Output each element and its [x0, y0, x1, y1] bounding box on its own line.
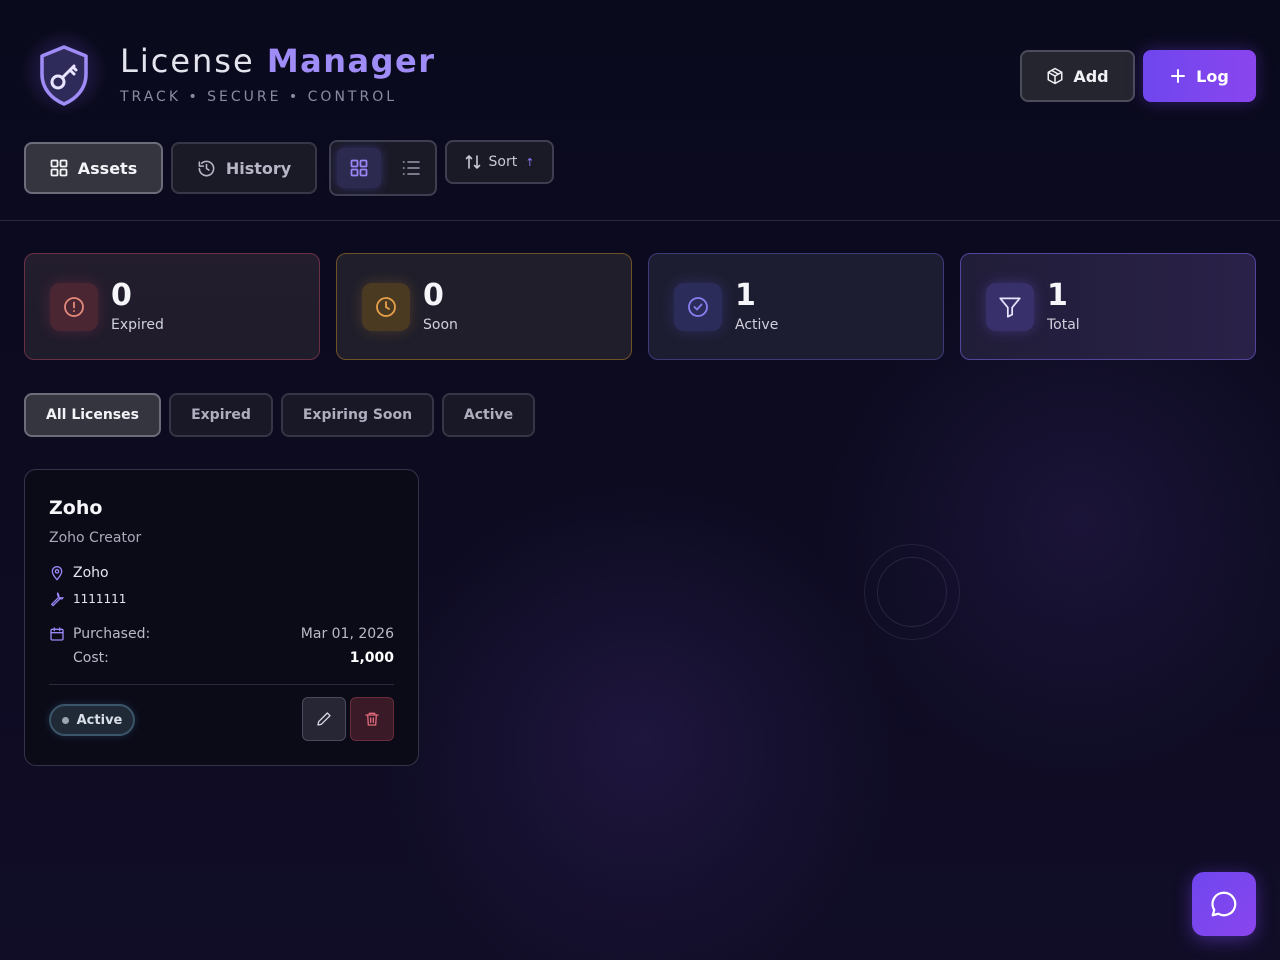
app-logo — [18, 26, 110, 120]
card-divider — [49, 684, 394, 685]
app-title: License Manager — [120, 42, 436, 80]
app-header: License Manager TRACK • SECURE • CONTROL… — [0, 0, 1280, 221]
filter-all-licenses[interactable]: All Licenses — [24, 393, 161, 437]
stat-card-expired[interactable]: 0 Expired — [24, 253, 320, 360]
stat-icon-soon — [362, 283, 410, 331]
filter-expired[interactable]: Expired — [169, 393, 273, 437]
license-vendor-row: Zoho — [49, 565, 109, 581]
stat-label-active: Active — [735, 317, 779, 333]
sort-label: Sort — [488, 154, 518, 170]
clock-icon — [376, 297, 396, 317]
license-vendor: Zoho — [73, 565, 109, 581]
status-badge: Active — [49, 704, 135, 736]
app-title-main: License — [120, 42, 255, 80]
tab-assets[interactable]: Assets — [24, 142, 163, 194]
stat-icon-total — [986, 283, 1034, 331]
app-title-accent: Manager — [266, 42, 436, 80]
purchased-date: Mar 01, 2026 — [300, 626, 394, 642]
sort-icon — [465, 155, 480, 169]
stat-value-active: 1 — [735, 278, 756, 313]
edit-button[interactable] — [302, 697, 346, 741]
stat-card-soon[interactable]: 0 Soon — [336, 253, 632, 360]
filter-icon — [999, 297, 1021, 318]
status-dot — [61, 716, 69, 724]
chat-button[interactable] — [1192, 872, 1256, 936]
stat-value-expired: 0 — [111, 278, 132, 313]
purchased-label: Purchased: — [73, 626, 151, 642]
app-subtitle: TRACK • SECURE • CONTROL — [120, 89, 398, 105]
license-key-row: 1111111 — [49, 591, 126, 607]
stat-card-total[interactable]: 1 Total — [960, 253, 1256, 360]
list-view-button[interactable] — [389, 148, 433, 188]
history-icon — [198, 160, 215, 176]
log-button[interactable]: Log — [1143, 50, 1256, 102]
add-button-label: Add — [1073, 66, 1109, 86]
stat-label-soon: Soon — [423, 317, 458, 333]
decorative-ring-inner — [877, 557, 947, 627]
stat-icon-expired — [50, 283, 98, 331]
chat-bubble-icon — [1211, 891, 1237, 917]
add-button[interactable]: Add — [1020, 50, 1135, 102]
grid-icon — [50, 159, 68, 177]
status-label: Active — [76, 712, 123, 728]
calendar-icon — [50, 627, 64, 641]
stat-value-total: 1 — [1047, 278, 1068, 313]
stat-label-expired: Expired — [111, 317, 164, 333]
license-product: Zoho Creator — [49, 530, 142, 546]
sort-button[interactable]: Sort ↑ — [445, 140, 554, 184]
grid-view-icon — [350, 159, 368, 177]
stat-card-active[interactable]: 1 Active — [648, 253, 944, 360]
license-card[interactable]: Zoho Zoho Creator Zoho 1111111 Purchased… — [24, 469, 419, 766]
check-circle-icon — [688, 297, 708, 317]
filter-expiring-soon[interactable]: Expiring Soon — [281, 393, 434, 437]
shield-key-icon — [40, 45, 88, 106]
tab-history[interactable]: History — [171, 142, 317, 194]
filter-active[interactable]: Active — [442, 393, 535, 437]
stat-icon-active — [674, 283, 722, 331]
location-pin-icon — [51, 566, 63, 581]
license-name: Zoho — [49, 497, 103, 519]
log-button-label: Log — [1196, 66, 1229, 86]
sort-direction-icon: ↑ — [525, 155, 535, 169]
cost-value: 1,000 — [349, 650, 394, 666]
list-icon — [402, 161, 420, 175]
pencil-icon — [317, 712, 331, 726]
delete-button[interactable] — [350, 697, 394, 741]
tab-history-label: History — [225, 158, 292, 178]
stat-label-total: Total — [1047, 317, 1080, 333]
stat-value-soon: 0 — [423, 278, 444, 313]
alert-circle-icon — [64, 297, 84, 317]
plus-icon — [1171, 69, 1186, 83]
grid-view-button[interactable] — [337, 148, 381, 188]
wrench-icon — [51, 592, 64, 607]
box-icon — [1047, 67, 1063, 85]
trash-icon — [365, 712, 379, 726]
view-mode-toggle — [329, 140, 437, 196]
cost-label: Cost: — [73, 650, 109, 666]
license-key: 1111111 — [73, 592, 127, 606]
license-purchased-row: Purchased: — [49, 626, 150, 642]
tab-assets-label: Assets — [77, 158, 138, 178]
